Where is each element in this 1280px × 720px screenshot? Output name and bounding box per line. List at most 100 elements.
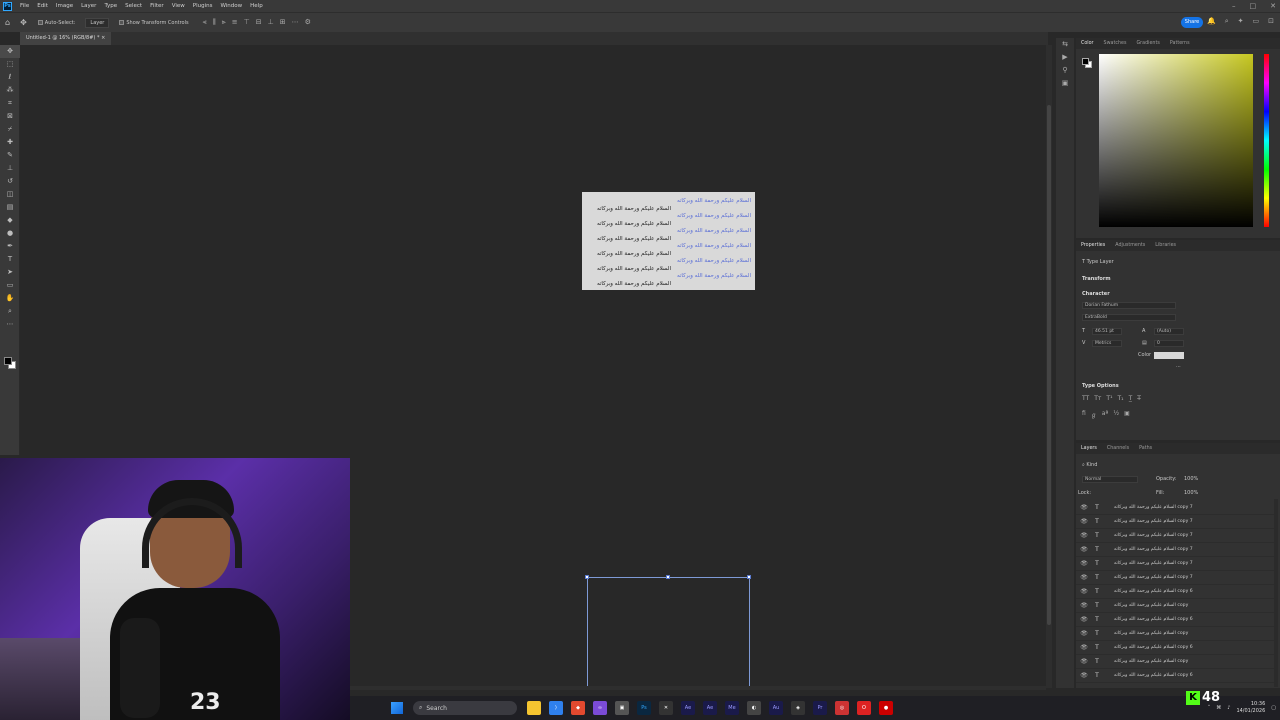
eye-icon[interactable]: 👁: [1078, 532, 1090, 539]
record-icon[interactable]: ●: [879, 701, 893, 715]
layer-row[interactable]: 👁 T السلام عليكم ورحمة الله وبركاته copy 7: [1076, 515, 1274, 529]
canvas-vertical-scrollbar[interactable]: [1046, 45, 1052, 688]
distribute-icon[interactable]: ≡: [232, 18, 238, 27]
move-tool-icon[interactable]: ✥: [0, 45, 20, 58]
crop-tool-icon[interactable]: ⌗: [0, 97, 20, 110]
tab-libraries[interactable]: Libraries: [1150, 243, 1181, 248]
subscript-icon[interactable]: T₁: [1117, 395, 1123, 402]
eye-icon[interactable]: 👁: [1078, 518, 1090, 525]
tab-paths[interactable]: Paths: [1134, 446, 1157, 451]
menu-filter[interactable]: Filter: [146, 3, 168, 9]
canvas-text-blue[interactable]: السلام عليكم ورحمة الله وبركاته: [677, 258, 751, 264]
transform-handle[interactable]: [585, 575, 589, 579]
layer-row[interactable]: 👁 T السلام عليكم ورحمة الله وبركاته copy: [1076, 655, 1274, 669]
move-tool-icon[interactable]: ✥: [20, 18, 27, 27]
font-family-dropdown[interactable]: Dorian Fathum: [1082, 302, 1176, 309]
align-left-icon[interactable]: ⫷: [203, 18, 207, 27]
gradient-tool-icon[interactable]: ▤: [0, 201, 20, 214]
audition-icon[interactable]: Au: [769, 701, 783, 715]
transform-handle[interactable]: [666, 575, 670, 579]
menu-layer[interactable]: Layer: [77, 3, 100, 9]
layer-row[interactable]: 👁 T السلام عليكم ورحمة الله وبركاته copy 6: [1076, 669, 1274, 683]
healing-tool-icon[interactable]: ✚: [0, 136, 20, 149]
history-brush-icon[interactable]: ↺: [0, 175, 20, 188]
transform-section[interactable]: Transform: [1082, 276, 1111, 282]
layer-row[interactable]: 👁 T السلام عليكم ورحمة الله وبركاته copy 7: [1076, 501, 1274, 515]
small-caps-icon[interactable]: Tт: [1094, 395, 1101, 402]
layer-row[interactable]: 👁 T السلام عليكم ورحمة الله وبركاته copy 7: [1076, 571, 1274, 585]
canvas-text-blue[interactable]: السلام عليكم ورحمة الله وبركاته: [677, 273, 751, 279]
foreground-color-swatch[interactable]: [4, 357, 12, 365]
transform-bounding-box[interactable]: [585, 575, 751, 688]
blur-tool-icon[interactable]: ◆: [0, 214, 20, 227]
notification-icon[interactable]: 🔔: [1207, 17, 1216, 26]
eye-icon[interactable]: 👁: [1078, 546, 1090, 553]
settings-icon[interactable]: ⚙: [305, 18, 311, 27]
superscript-icon[interactable]: T¹: [1106, 395, 1112, 402]
canvas-text-blue[interactable]: السلام عليكم ورحمة الله وبركاته: [677, 198, 751, 204]
canvas-horizontal-scrollbar[interactable]: [350, 686, 1046, 690]
align-right-icon[interactable]: ⫸: [222, 18, 226, 27]
document-tab[interactable]: Untitled-1 @ 16% (RGB/8#) * ×: [20, 32, 112, 45]
notifications-icon[interactable]: ▢: [1271, 705, 1276, 711]
media-encoder-icon[interactable]: Me: [725, 701, 739, 715]
layers-scrollbar[interactable]: [1274, 499, 1278, 687]
type-options-section[interactable]: Type Options: [1082, 383, 1119, 389]
scrollbar-thumb[interactable]: [1047, 105, 1051, 625]
document-canvas[interactable]: السلام عليكم ورحمة الله وبركاته السلام ع…: [582, 192, 755, 290]
lasso-tool-icon[interactable]: ℓ: [0, 71, 20, 84]
after-effects-2-icon[interactable]: Ae: [703, 701, 717, 715]
font-style-dropdown[interactable]: ExtraBold: [1082, 314, 1176, 321]
minimize-icon[interactable]: –: [1232, 2, 1236, 10]
swash-icon[interactable]: ℊ: [1091, 410, 1097, 419]
after-effects-icon[interactable]: Ae: [681, 701, 695, 715]
blender-icon[interactable]: ◐: [747, 701, 761, 715]
layer-row[interactable]: 👁 T السلام عليكم ورحمة الله وبركاته copy: [1076, 599, 1274, 613]
dodge-tool-icon[interactable]: ●: [0, 227, 20, 240]
stamp-tool-icon[interactable]: ⊥: [0, 162, 20, 175]
more-tools-icon[interactable]: ⋯: [0, 318, 20, 331]
show-transform-checkbox[interactable]: Show Transform Controls: [119, 20, 189, 26]
layer-row[interactable]: 👁 T السلام عليكم ورحمة الله وبركاته copy 7: [1076, 529, 1274, 543]
tab-channels[interactable]: Channels: [1102, 446, 1134, 451]
transform-handle[interactable]: [747, 575, 751, 579]
magic-wand-tool-icon[interactable]: ⁂: [0, 84, 20, 97]
eye-icon[interactable]: 👁: [1078, 574, 1090, 581]
brave-icon[interactable]: ◆: [571, 701, 585, 715]
share-button[interactable]: Share: [1181, 17, 1203, 28]
brush-tool-icon[interactable]: ✎: [0, 149, 20, 162]
workspace-icon[interactable]: ▭: [1253, 17, 1260, 26]
pen-tool-icon[interactable]: ✒: [0, 240, 20, 253]
all-caps-icon[interactable]: TT: [1082, 395, 1089, 402]
start-button-icon[interactable]: [391, 702, 403, 714]
chevron-up-icon[interactable]: ˄: [1208, 705, 1211, 711]
eraser-tool-icon[interactable]: ◫: [0, 188, 20, 201]
tab-gradients[interactable]: Gradients: [1131, 41, 1164, 46]
eye-icon[interactable]: 👁: [1078, 672, 1090, 679]
eye-icon[interactable]: 👁: [1078, 630, 1090, 637]
home-icon[interactable]: ⌂: [5, 18, 10, 27]
auto-select-checkbox[interactable]: Auto-Select:: [37, 20, 75, 26]
canvas-text-black[interactable]: السلام عليكم ورحمة الله وبركاته: [597, 281, 671, 287]
photoshop-icon[interactable]: Ps: [637, 701, 651, 715]
volume-icon[interactable]: ♪: [1227, 705, 1230, 711]
rectangle-tool-icon[interactable]: ▭: [0, 279, 20, 292]
canvas-text-blue[interactable]: السلام عليكم ورحمة الله وبركاته: [677, 243, 751, 249]
close-tab-icon[interactable]: ×: [101, 35, 105, 41]
foreground-color-swatch[interactable]: [1082, 58, 1089, 65]
type-tool-icon[interactable]: T: [0, 253, 20, 266]
tab-swatches[interactable]: Swatches: [1099, 41, 1132, 46]
menu-plugins[interactable]: Plugins: [189, 3, 217, 9]
tab-patterns[interactable]: Patterns: [1165, 41, 1195, 46]
eye-icon[interactable]: 👁: [1078, 602, 1090, 609]
tab-color[interactable]: Color: [1076, 41, 1099, 46]
text-color-swatch[interactable]: [1154, 352, 1184, 359]
strikethrough-icon[interactable]: T̶: [1137, 395, 1141, 402]
canvas-text-black[interactable]: السلام عليكم ورحمة الله وبركاته: [597, 206, 671, 212]
filter-kind[interactable]: ⌕ Kind: [1082, 462, 1097, 468]
store-icon[interactable]: ▣: [615, 701, 629, 715]
canvas-text-black[interactable]: السلام عليكم ورحمة الله وبركاته: [597, 266, 671, 272]
hand-tool-icon[interactable]: ✋: [0, 292, 20, 305]
chrome-icon[interactable]: ◎: [835, 701, 849, 715]
ordinal-icon[interactable]: aª: [1102, 410, 1109, 419]
